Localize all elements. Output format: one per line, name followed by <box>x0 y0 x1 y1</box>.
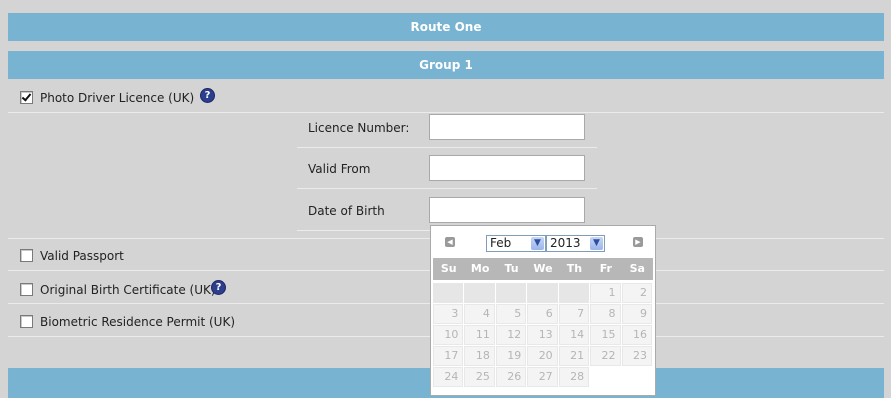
day-cell[interactable]: 7 <box>558 304 590 324</box>
day-cell[interactable]: 9 <box>621 304 652 324</box>
valid-from-label: Valid From <box>308 162 371 176</box>
day-cell[interactable]: 23 <box>621 346 652 366</box>
valid-from-input[interactable] <box>429 155 585 181</box>
day-cell[interactable]: 4 <box>464 304 495 324</box>
weekday-label: Fr <box>599 262 612 275</box>
day-cell[interactable]: 24 <box>433 367 464 387</box>
licence-number-label: Licence Number: <box>308 121 410 135</box>
day-cell[interactable]: 18 <box>464 346 495 366</box>
month-select[interactable]: Feb ▼ <box>486 235 546 252</box>
day-cell[interactable]: 20 <box>527 346 558 366</box>
biometric-permit-label: Biometric Residence Permit (UK) <box>40 315 236 329</box>
day-cell[interactable]: 19 <box>495 346 527 366</box>
group-title: Group 1 <box>419 58 473 72</box>
route-header: Route One <box>8 13 884 41</box>
chevron-down-icon: ▼ <box>590 237 603 250</box>
day-cell[interactable]: 10 <box>433 325 464 345</box>
divider <box>8 112 884 113</box>
day-cell[interactable]: 25 <box>464 367 495 387</box>
weekday-header: Su Mo Tu We Th Fr Sa <box>433 258 653 280</box>
weekday-label: Sa <box>629 262 645 275</box>
day-cell[interactable]: 21 <box>558 346 590 366</box>
day-cell <box>621 367 652 387</box>
help-icon[interactable]: ? <box>201 89 214 102</box>
weekday-label: Tu <box>504 262 519 275</box>
day-cell <box>558 283 590 303</box>
calendar-week: 1 2 <box>433 282 653 303</box>
day-cell[interactable]: 15 <box>590 325 621 345</box>
day-cell[interactable]: 28 <box>558 367 590 387</box>
day-cell[interactable]: 3 <box>433 304 464 324</box>
day-cell[interactable]: 1 <box>590 283 621 303</box>
prev-month-icon[interactable]: ◀ <box>445 237 455 247</box>
divider <box>297 188 597 189</box>
day-cell[interactable]: 2 <box>621 283 652 303</box>
day-cell[interactable]: 17 <box>433 346 464 366</box>
photo-driver-licence-checkbox[interactable] <box>20 91 33 104</box>
photo-driver-licence-label: Photo Driver Licence (UK) <box>40 91 195 105</box>
day-cell[interactable]: 14 <box>558 325 590 345</box>
valid-passport-label: Valid Passport <box>40 249 124 263</box>
weekday-label: We <box>533 262 553 275</box>
divider <box>297 147 597 148</box>
day-cell[interactable]: 8 <box>590 304 621 324</box>
weekday-label: Su <box>440 262 457 275</box>
day-cell <box>590 367 621 387</box>
day-cell[interactable]: 6 <box>527 304 558 324</box>
day-cell <box>527 283 558 303</box>
help-icon[interactable]: ? <box>212 281 225 294</box>
datepicker: ◀ Feb ▼ 2013 ▼ ▶ Su Mo Tu We Th Fr Sa 1 … <box>430 225 656 396</box>
day-cell[interactable]: 22 <box>590 346 621 366</box>
day-cell[interactable]: 11 <box>464 325 495 345</box>
day-cell[interactable]: 26 <box>495 367 527 387</box>
datepicker-header: ◀ Feb ▼ 2013 ▼ ▶ <box>433 228 653 256</box>
day-cell[interactable]: 13 <box>527 325 558 345</box>
group-header: Group 1 <box>8 51 884 79</box>
date-of-birth-input[interactable] <box>429 197 585 223</box>
day-cell <box>464 283 495 303</box>
date-of-birth-label: Date of Birth <box>308 204 385 218</box>
birth-certificate-label: Original Birth Certificate (UK) <box>40 283 216 297</box>
calendar-week: 24 25 26 27 28 <box>433 366 653 387</box>
year-select[interactable]: 2013 ▼ <box>546 235 605 252</box>
biometric-permit-checkbox[interactable] <box>20 315 33 328</box>
day-cell <box>433 283 464 303</box>
licence-number-input[interactable] <box>429 114 585 140</box>
weekday-label: Th <box>566 262 583 275</box>
valid-passport-checkbox[interactable] <box>20 249 33 262</box>
next-month-icon[interactable]: ▶ <box>633 237 643 247</box>
chevron-down-icon: ▼ <box>531 237 544 250</box>
day-cell <box>495 283 527 303</box>
day-cell[interactable]: 12 <box>495 325 527 345</box>
month-value: Feb <box>490 236 512 250</box>
calendar-grid: 1 2 3 4 5 6 7 8 9 10 11 12 13 14 15 16 1… <box>433 282 653 387</box>
calendar-week: 17 18 19 20 21 22 23 <box>433 345 653 366</box>
year-value: 2013 <box>550 236 581 250</box>
day-cell[interactable]: 27 <box>527 367 558 387</box>
calendar-week: 3 4 5 6 7 8 9 <box>433 303 653 324</box>
day-cell[interactable]: 5 <box>495 304 527 324</box>
day-cell[interactable]: 16 <box>621 325 652 345</box>
weekday-label: Mo <box>470 262 490 275</box>
birth-certificate-checkbox[interactable] <box>20 283 33 296</box>
route-title: Route One <box>410 20 482 34</box>
calendar-week: 10 11 12 13 14 15 16 <box>433 324 653 345</box>
